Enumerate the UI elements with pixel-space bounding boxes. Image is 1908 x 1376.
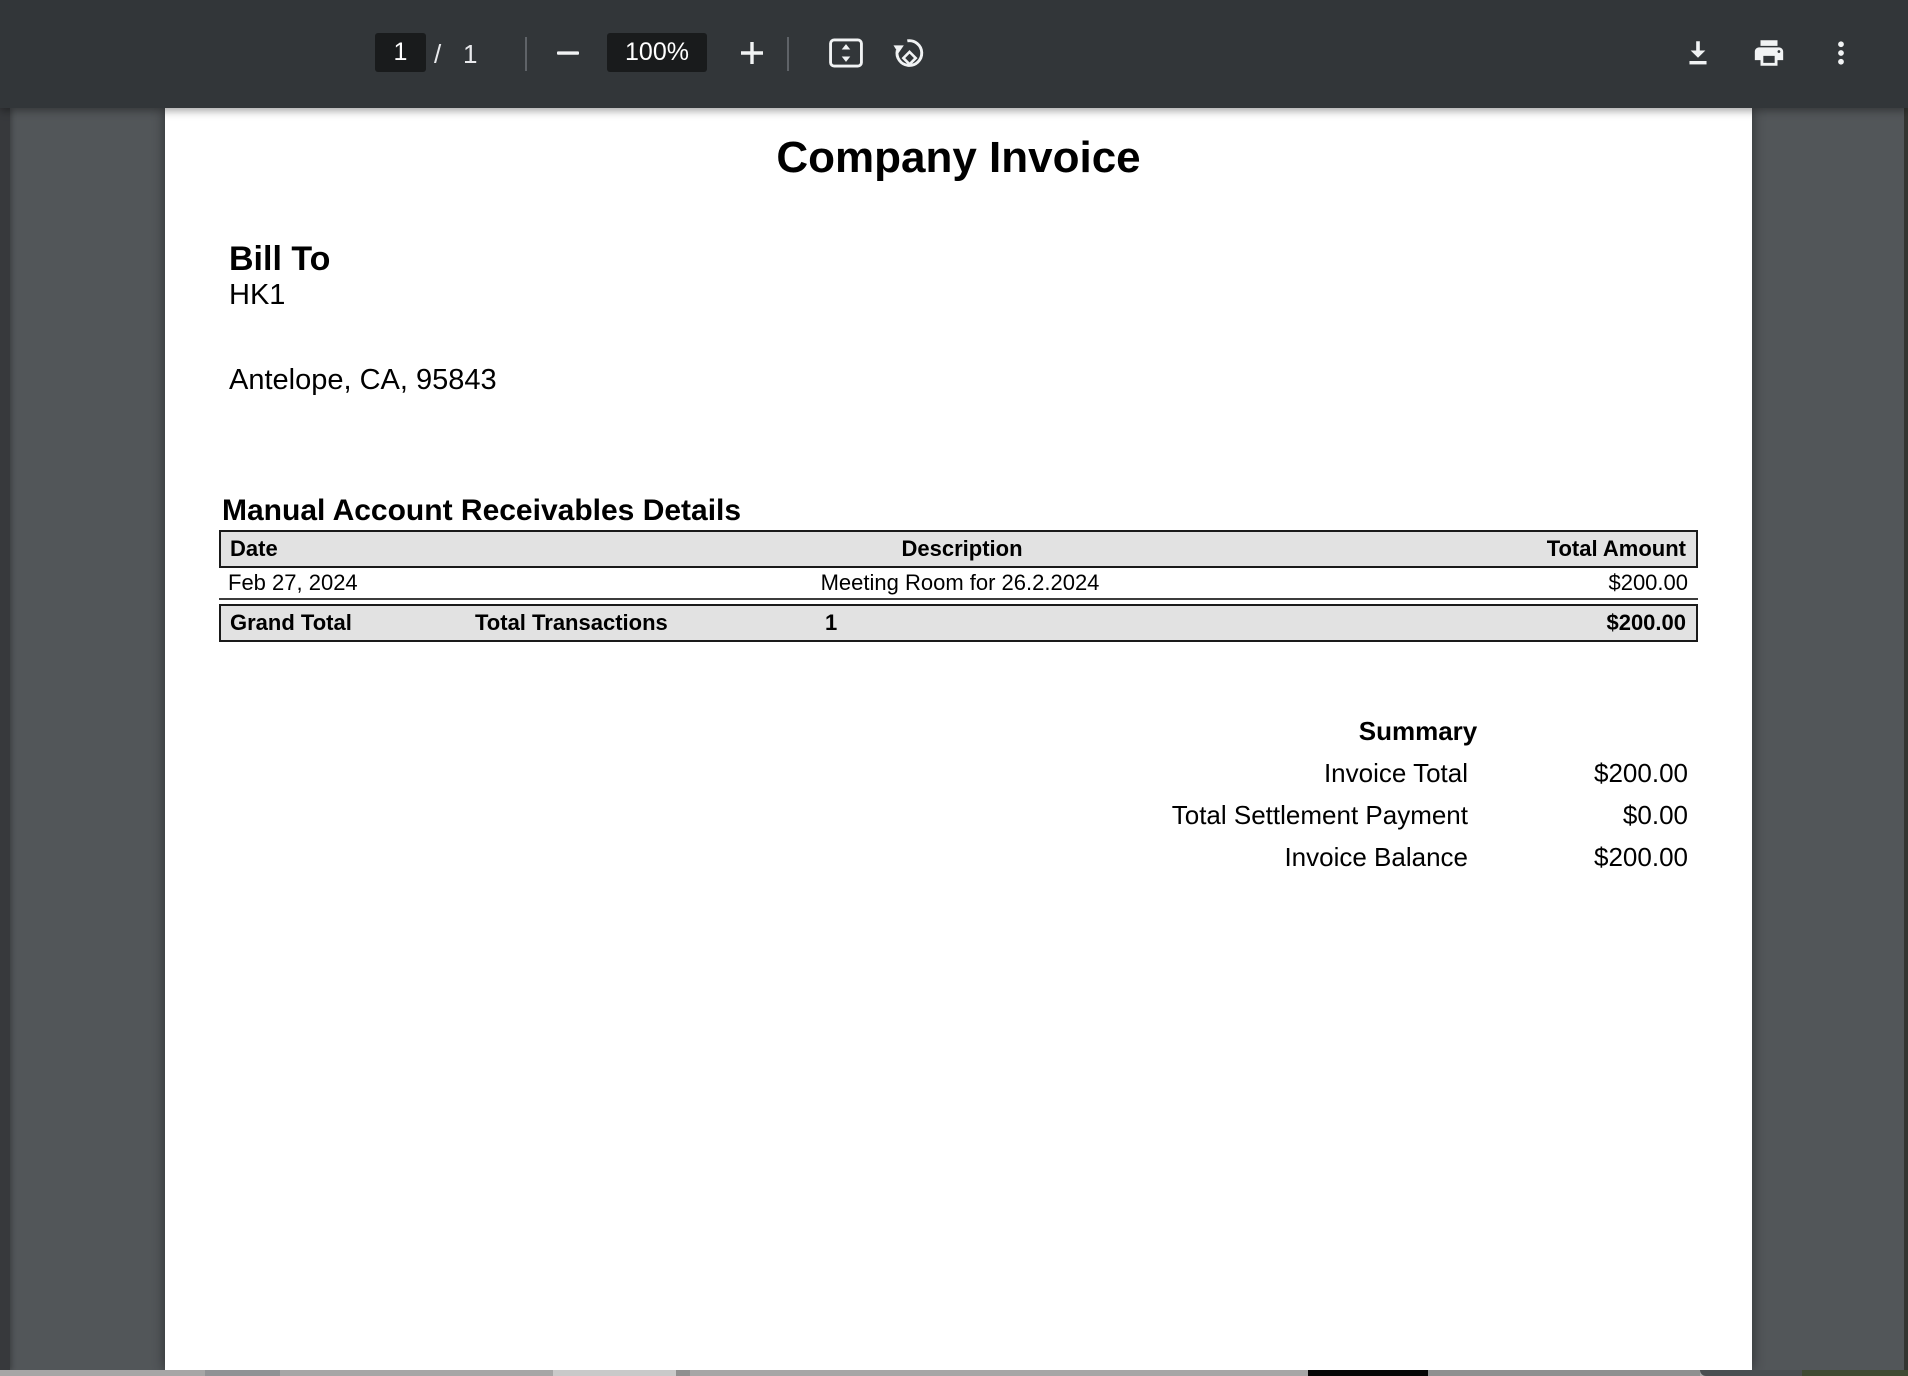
- minus-icon: [553, 38, 583, 68]
- print-button[interactable]: [1743, 27, 1795, 79]
- row-date: Feb 27, 2024: [219, 570, 469, 596]
- more-options-button[interactable]: [1815, 27, 1867, 79]
- header-total-amount: Total Amount: [1453, 536, 1696, 562]
- print-icon: [1752, 36, 1786, 70]
- pdf-page: Company Invoice Bill To HK1 Antelope, CA…: [165, 108, 1752, 1370]
- page-number-input[interactable]: [375, 33, 426, 72]
- page-count-label: 1: [463, 39, 477, 70]
- plus-icon: [737, 38, 767, 68]
- summary-label: Invoice Balance: [1148, 842, 1468, 873]
- summary-heading: Summary: [1148, 710, 1688, 752]
- fit-to-page-button[interactable]: [820, 27, 872, 79]
- pdf-viewport[interactable]: Company Invoice Bill To HK1 Antelope, CA…: [0, 108, 1908, 1370]
- window-right-edge: [1904, 108, 1908, 1370]
- bill-to-address: Antelope, CA, 95843: [229, 364, 497, 397]
- header-date: Date: [221, 536, 471, 562]
- grand-total-transactions-label: Total Transactions: [471, 610, 821, 636]
- table-header-row: Date Description Total Amount: [219, 530, 1698, 568]
- fit-page-icon: [827, 36, 865, 70]
- grand-total-label: Grand Total: [221, 610, 471, 636]
- download-button[interactable]: [1672, 27, 1724, 79]
- toolbar-divider: [525, 37, 527, 71]
- page-divider-label: /: [434, 39, 441, 70]
- kebab-menu-icon: [1826, 38, 1856, 68]
- grand-total-transactions-count: 1: [821, 610, 1453, 636]
- bill-to-heading: Bill To: [229, 240, 330, 279]
- summary-value: $0.00: [1468, 800, 1688, 831]
- summary-value: $200.00: [1468, 758, 1688, 789]
- summary-row: Total Settlement Payment $0.00: [1148, 794, 1688, 836]
- summary-label: Total Settlement Payment: [1148, 800, 1468, 831]
- download-icon: [1682, 37, 1714, 69]
- zoom-out-button[interactable]: [542, 27, 594, 79]
- desktop-taskbar-sliver: [0, 1370, 1908, 1376]
- zoom-level-input[interactable]: [607, 33, 707, 72]
- summary-section: Summary Invoice Total $200.00 Total Sett…: [1148, 710, 1688, 878]
- receivables-heading: Manual Account Receivables Details: [222, 494, 741, 528]
- summary-value: $200.00: [1468, 842, 1688, 873]
- grand-total-row: Grand Total Total Transactions 1 $200.00: [219, 604, 1698, 642]
- toolbar-divider: [787, 37, 789, 71]
- window-left-edge: [0, 108, 10, 1370]
- summary-row: Invoice Total $200.00: [1148, 752, 1688, 794]
- header-description: Description: [471, 536, 1453, 562]
- table-row: Feb 27, 2024 Meeting Room for 26.2.2024 …: [219, 568, 1698, 600]
- zoom-in-button[interactable]: [726, 27, 778, 79]
- summary-row: Invoice Balance $200.00: [1148, 836, 1688, 878]
- rotate-ccw-button[interactable]: [883, 27, 935, 79]
- grand-total-amount: $200.00: [1453, 610, 1696, 636]
- receivables-table: Date Description Total Amount Feb 27, 20…: [219, 530, 1698, 642]
- summary-label: Invoice Total: [1148, 758, 1468, 789]
- pdf-toolbar: / 1: [0, 0, 1908, 108]
- row-description: Meeting Room for 26.2.2024: [469, 570, 1451, 596]
- rotate-ccw-icon: [891, 35, 927, 71]
- row-amount: $200.00: [1451, 570, 1698, 596]
- invoice-title: Company Invoice: [165, 133, 1752, 183]
- bill-to-name: HK1: [229, 279, 285, 312]
